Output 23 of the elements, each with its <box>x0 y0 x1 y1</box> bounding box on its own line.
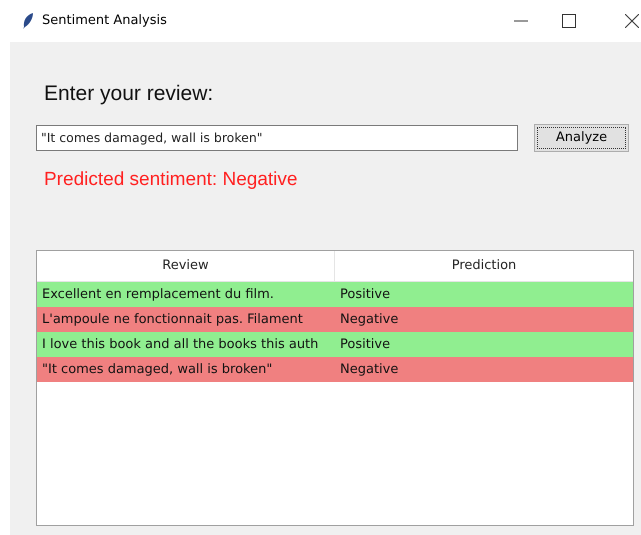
table-cell-text: Excellent en remplacement du film. <box>41 286 275 304</box>
table-row[interactable]: "It comes damaged, wall is broken" Negative <box>37 357 633 382</box>
table-cell-text: L'ampoule ne fonctionnait pas. Filament <box>41 310 304 329</box>
table-cell-text: I love this book and all the books this auth <box>41 336 320 354</box>
column-header[interactable]: Review <box>37 251 335 281</box>
table-cell-text: Negative <box>339 360 400 379</box>
table-row[interactable]: Excellent en remplacement du film. Positive <box>37 282 633 307</box>
analyze-button[interactable]: Analyze <box>534 124 629 152</box>
result-label: Predicted sentiment: Negative <box>44 168 298 192</box>
maximize-icon[interactable] <box>562 14 576 28</box>
table-cell-text: Negative <box>339 310 400 329</box>
feather-icon <box>22 12 34 30</box>
close-icon[interactable] <box>625 14 639 28</box>
column-header[interactable]: Prediction <box>335 251 633 281</box>
table-cell-text: Positive <box>339 336 392 354</box>
table-cell-text: "It comes damaged, wall is broken" <box>41 360 274 379</box>
window-title: Sentiment Analysis <box>42 12 167 30</box>
review-field[interactable]: "It comes damaged, wall is broken" <box>36 124 518 150</box>
table-row[interactable]: I love this book and all the books this auth Positive <box>37 332 633 357</box>
prompt-label: Enter your review: <box>44 81 214 107</box>
minimize-icon[interactable] <box>514 20 528 22</box>
table-cell-text: Positive <box>339 286 392 304</box>
table-row[interactable]: L'ampoule ne fonctionnait pas. Filament Negative <box>37 307 633 332</box>
